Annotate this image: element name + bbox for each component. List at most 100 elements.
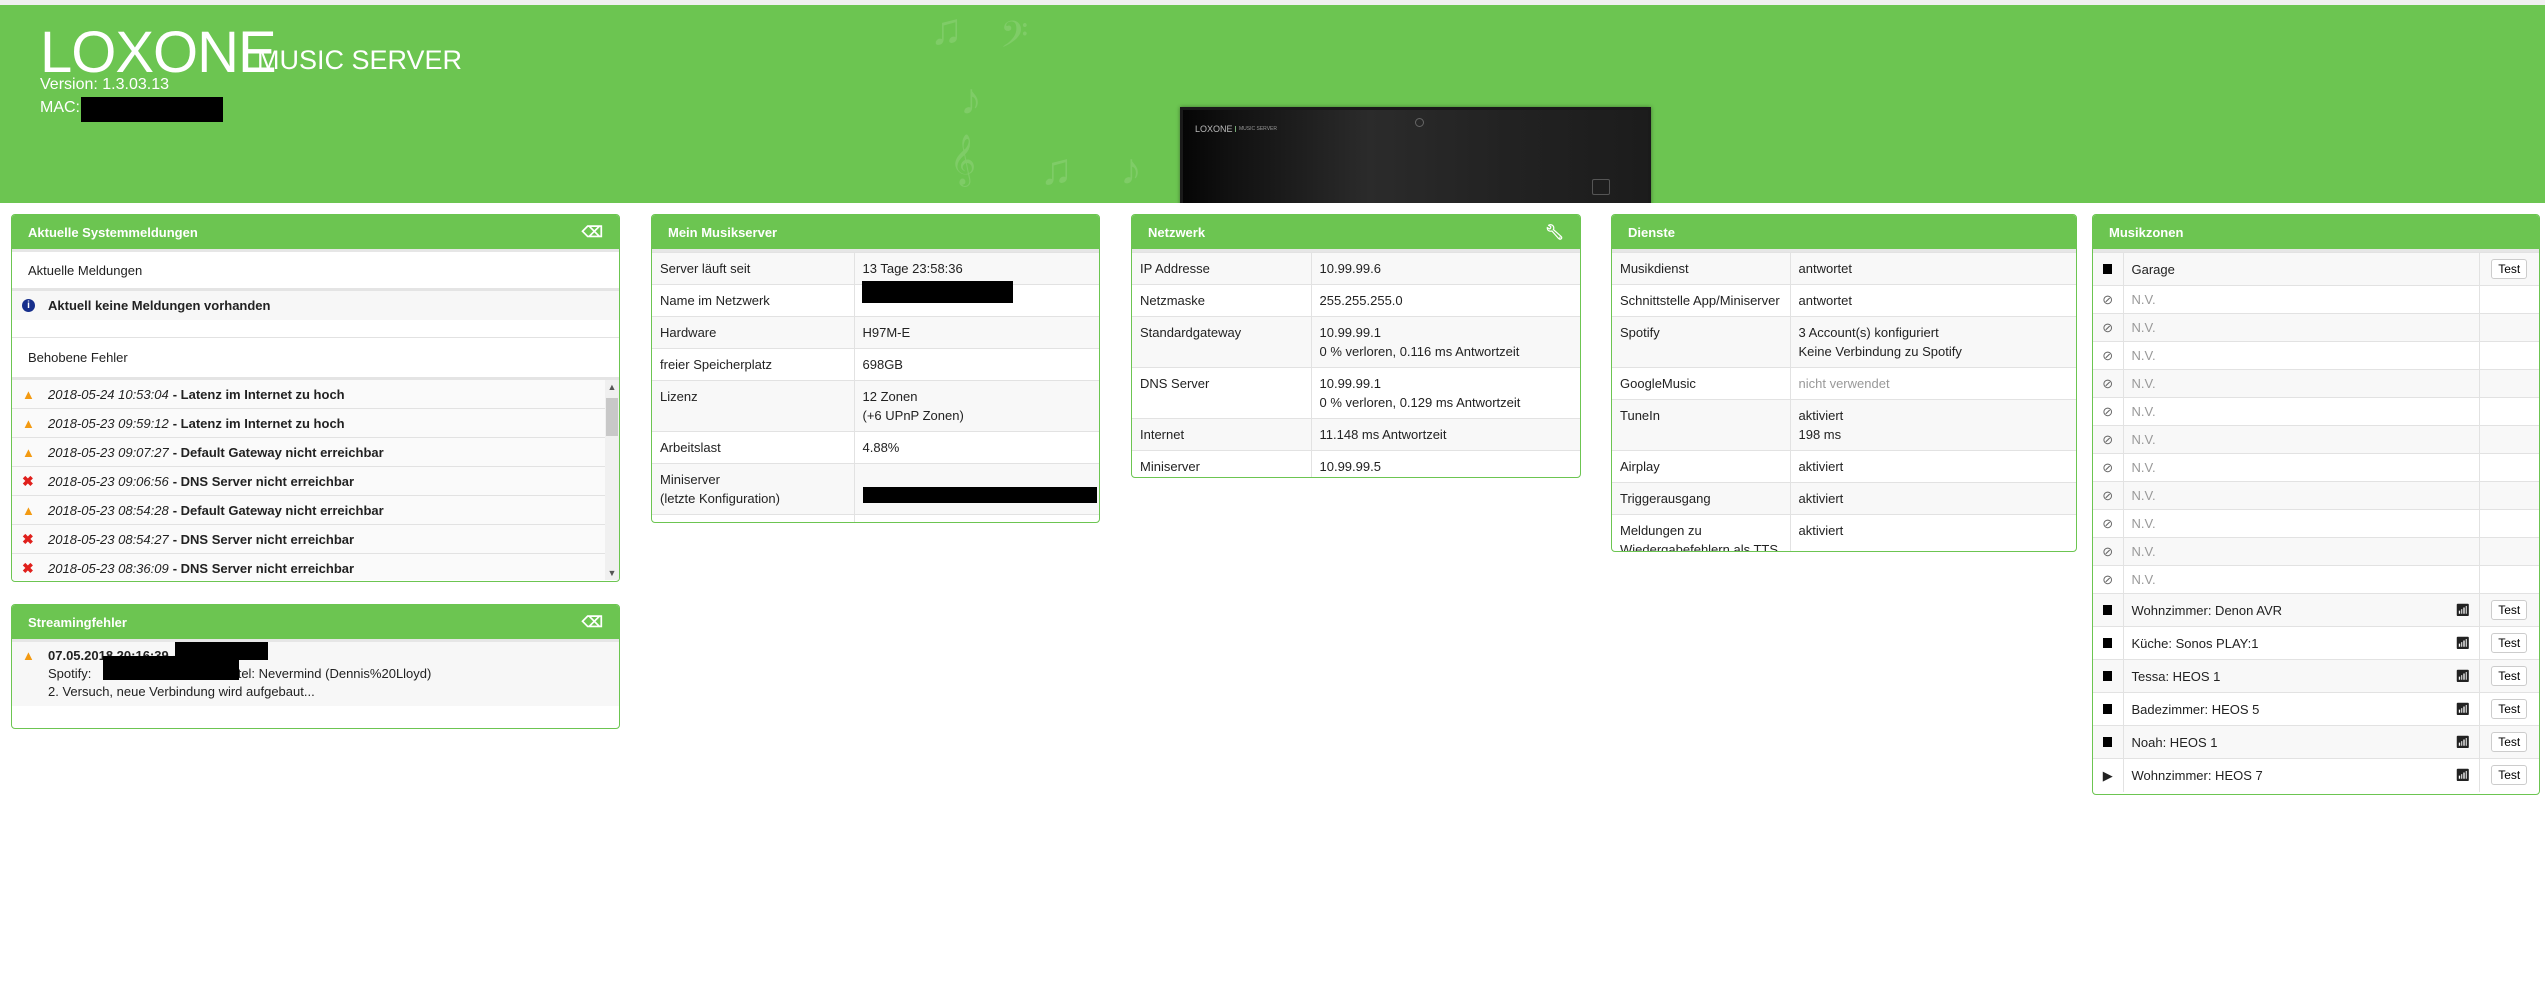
no-messages-row: i Aktuell keine Meldungen vorhanden	[12, 291, 619, 320]
wrench-icon[interactable]: 🔧︎	[1545, 223, 1564, 241]
fixed-errors-label: Behobene Fehler	[28, 350, 128, 365]
row-label: Name im Netzwerk	[652, 284, 855, 317]
unavailable-icon: ⊘	[2102, 320, 2114, 335]
row-value-cell: 10.99.99.1 0 % verloren, 0.116 ms Antwor…	[1311, 316, 1580, 368]
panel-header: Musikzonen	[2093, 215, 2539, 252]
device-product: MUSIC SERVER	[1235, 126, 1277, 132]
unavailable-icon: ⊘	[2102, 348, 2114, 363]
zone-row: ⊘ N.V.	[2093, 285, 2539, 314]
row-value-cell	[854, 514, 1099, 522]
unavailable-icon: ⊘	[2102, 292, 2114, 307]
row-label: GoogleMusic	[1612, 367, 1791, 400]
zone-row: Tessa: HEOS 1 📶︎ Test	[2093, 659, 2539, 693]
row-label: Schnittstelle App/Miniserver	[1612, 284, 1791, 317]
test-button[interactable]: Test	[2491, 666, 2528, 686]
row-value-cell: antwortet	[1790, 252, 2076, 285]
music-note-icon: 𝄞	[950, 135, 977, 184]
row-label: Airplay	[1612, 450, 1791, 483]
header-banner: ♫ 𝄢 ♪ 𝄞 ♫ ♪ LOXONE MUSIC SERVER Version:…	[0, 5, 2545, 203]
row-value: aktiviert	[1798, 523, 1844, 538]
mac-label: MAC:	[40, 99, 80, 116]
zone-name: N.V.	[2131, 404, 2156, 419]
zone-row: ⊘ N.V.	[2093, 509, 2539, 538]
scroll-down-icon[interactable]: ▼	[605, 568, 619, 578]
row-label: Miniserver	[1132, 450, 1312, 477]
scrollbar-thumb[interactable]	[606, 398, 618, 436]
table-row: Netzmaske 255.255.255.0	[1132, 284, 1580, 317]
test-button[interactable]: Test	[2491, 600, 2528, 620]
zone-row: ⊘ N.V.	[2093, 481, 2539, 510]
error-row: ▲ 2018-05-23 09:07:27- Default Gateway ni…	[12, 438, 605, 467]
table-row: Meldungen zu Wiedergabefehlern als TTS a…	[1612, 514, 2076, 551]
row-value-cell: 4.88%	[854, 431, 1099, 464]
panel-header: Netzwerk 🔧︎	[1132, 215, 1580, 252]
wifi-icon: 📶︎	[2455, 701, 2471, 716]
zone-test-cell: Test	[2478, 692, 2539, 726]
zone-state: ⊘	[2093, 481, 2124, 510]
row-value-cell: aktiviert 198 ms	[1790, 399, 2076, 451]
row-label: Musikdienst	[1612, 252, 1791, 285]
redacted-box	[863, 487, 1097, 503]
eraser-icon[interactable]: ⌫	[582, 613, 603, 631]
row-value-cell: aktiviert	[1790, 482, 2076, 515]
error-time: 2018-05-23 08:54:27	[48, 531, 169, 547]
row-value: aktiviert 198 ms	[1798, 408, 1844, 442]
zone-name: N.V.	[2131, 544, 2156, 559]
stop-icon	[2103, 637, 2113, 648]
row-value: aktiviert	[1798, 491, 1844, 506]
zone-name-cell: N.V.	[2123, 509, 2479, 538]
panel-title: Mein Musikserver	[668, 224, 778, 240]
row-value: 10.99.99.6	[1319, 261, 1381, 276]
zone-row: ⊘ N.V.	[2093, 341, 2539, 370]
row-value-cell: 10.99.99.6	[1311, 252, 1580, 285]
row-label: Meldungen zu Wiedergabefehlern als TTS a…	[1612, 514, 1791, 551]
zone-state	[2093, 593, 2124, 627]
wifi-icon: 📶︎	[2455, 635, 2471, 650]
row-value: 10.99.99.1 0 % verloren, 0.129 ms Antwor…	[1319, 376, 1521, 410]
row-value: 4.88%	[862, 440, 900, 455]
unavailable-icon: ⊘	[2102, 376, 2114, 391]
error-x-icon: ✖	[22, 559, 34, 576]
zone-name: N.V.	[2131, 572, 2156, 587]
zone-test-cell: Test	[2478, 626, 2539, 660]
zone-row: Noah: HEOS 1 📶︎ Test	[2093, 725, 2539, 759]
test-button[interactable]: Test	[2491, 732, 2528, 752]
row-value: antwortet	[1798, 293, 1852, 308]
error-row: ▲ 2018-05-23 08:54:28- Default Gateway ni…	[12, 496, 605, 525]
zone-row: ⊘ N.V.	[2093, 313, 2539, 342]
zone-test-cell: Test	[2478, 758, 2539, 792]
zone-name: N.V.	[2131, 292, 2156, 307]
unavailable-icon: ⊘	[2102, 432, 2114, 447]
row-value-cell: 12 Zonen (+6 UPnP Zonen)	[854, 380, 1099, 432]
table-row: DNS Server 10.99.99.1 0 % verloren, 0.129…	[1132, 367, 1580, 419]
unavailable-icon: ⊘	[2102, 404, 2114, 419]
zone-row: Wohnzimmer: Denon AVR 📶︎ Test	[2093, 593, 2539, 627]
music-zones-table: Garage Test ⊘ N.V. ⊘ N.V. ⊘ N.V. ⊘ N.V. ⊘ N.V. ⊘ N.V.…	[2093, 252, 2539, 792]
scroll-up-icon[interactable]: ▲	[605, 382, 619, 392]
row-value-cell: 11.148 ms Antwortzeit	[1311, 418, 1580, 451]
row-value-cell: 13 Tage 23:58:36	[854, 252, 1099, 285]
zone-test-cell	[2478, 481, 2539, 510]
test-button[interactable]: Test	[2491, 259, 2528, 279]
table-row: Hardware H97M-E	[652, 316, 1099, 349]
zone-state: ⊘	[2093, 397, 2124, 426]
music-server-panel: Mein Musikserver Server läuft seit 13 Tag…	[651, 214, 1100, 523]
wifi-icon: 📶︎	[2455, 602, 2471, 617]
row-value: 13 Tage 23:58:36	[862, 261, 963, 276]
eraser-icon[interactable]: ⌫	[582, 223, 603, 241]
test-button[interactable]: Test	[2491, 633, 2528, 653]
wifi-icon: 📶︎	[2455, 734, 2471, 749]
test-button[interactable]: Test	[2491, 699, 2528, 719]
zone-test-cell	[2478, 425, 2539, 454]
services-panel: Dienste Musikdienst antwortet Schnittstell…	[1611, 214, 2077, 552]
zone-name: N.V.	[2131, 516, 2156, 531]
warning-icon: ▲	[22, 502, 35, 518]
row-value-cell: H97M-E	[854, 316, 1099, 349]
test-button[interactable]: Test	[2491, 765, 2528, 786]
zone-name-cell: N.V.	[2123, 313, 2479, 342]
error-text: - Default Gateway nicht erreichbar	[172, 502, 384, 518]
device-image: LOXONE MUSIC SERVER	[1180, 107, 1651, 203]
streaming-error-entry: ▲ 07.05.2018 20:16:39 - Spotify:Titel: N…	[12, 642, 619, 706]
scrollbar[interactable]: ▲ ▼	[605, 380, 619, 580]
row-label: Standardgateway	[1132, 316, 1312, 368]
